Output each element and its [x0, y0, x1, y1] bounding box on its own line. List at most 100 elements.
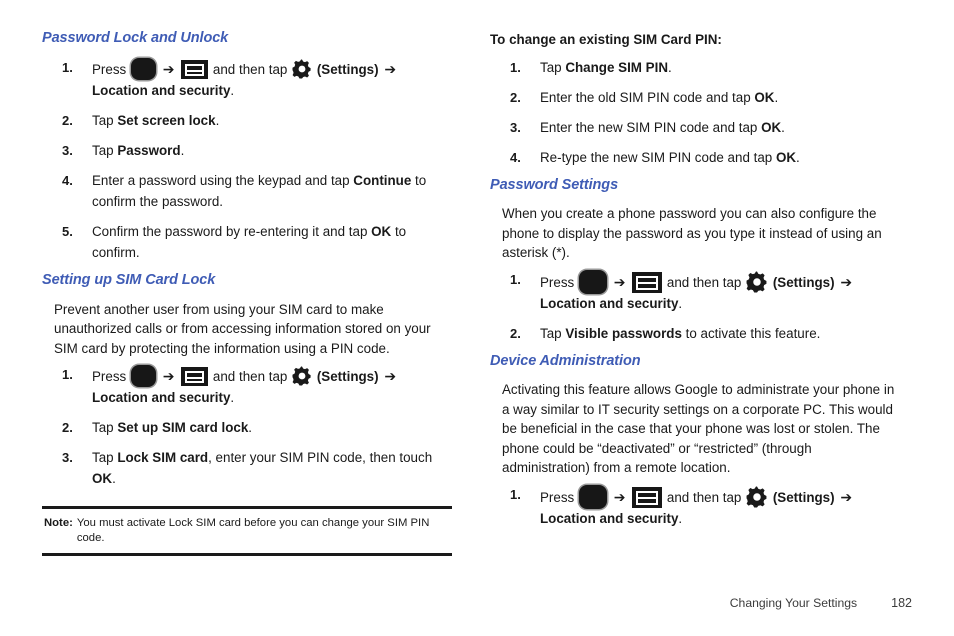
arrow-icon: ➔: [840, 273, 853, 290]
step-number: 3.: [62, 143, 73, 159]
list-item: 4. Re-type the new SIM PIN code and tap O…: [490, 147, 902, 168]
step-text-post: .: [774, 90, 779, 105]
step-number: 1.: [510, 60, 521, 75]
step-text-press: Press: [540, 489, 575, 505]
list-item: 2. Tap Set screen lock.: [42, 110, 454, 131]
steps-password-lock-and-unlock: 1. Press ➔ and then tap (Settings) ➔ Loc…: [42, 57, 454, 263]
note-line-2: code.: [76, 531, 105, 544]
heading-device-administration: Device Administration: [490, 352, 641, 369]
step-text-post: .: [248, 420, 253, 436]
heading-password-settings: Password Settings: [490, 177, 619, 193]
menu-key-icon: [632, 486, 663, 508]
step-text-and-then-tap: and then tap: [666, 489, 742, 505]
step-text-pre: Confirm the password by re-entering it a…: [92, 224, 372, 240]
list-item: 3. Enter the new SIM PIN code and tap OK.: [490, 117, 902, 138]
step-text-bold-2: OK: [92, 471, 113, 487]
step-text-press: Press: [540, 274, 575, 290]
note-body: Note: You must activate Lock SIM card be…: [42, 509, 452, 553]
note-text: You must activate Lock SIM card before y…: [77, 516, 450, 545]
manual-page: Password Lock and Unlock 1. Press ➔ and …: [0, 0, 954, 636]
menu-key-icon: [632, 271, 663, 293]
list-item: 2. Enter the old SIM PIN code and tap OK.: [490, 87, 902, 108]
arrow-icon: ➔: [613, 488, 626, 505]
settings-gear-icon: [746, 486, 768, 508]
step-number: 2.: [510, 325, 521, 341]
right-column: To change an existing SIM Card PIN: 1. Ta…: [490, 30, 902, 538]
step-text-pre: Tap: [92, 420, 118, 436]
step-text-bold: Set screen lock: [117, 113, 216, 129]
step-text-bold: Continue: [353, 173, 412, 189]
arrow-icon: ➔: [162, 368, 175, 385]
footer-page-number: 182: [891, 596, 912, 610]
step-number: 3.: [510, 120, 521, 135]
step-text-period: .: [678, 295, 683, 311]
step-text-target: Location and security: [540, 295, 679, 311]
arrow-icon: ➔: [162, 61, 175, 78]
list-item: 4. Enter a password using the keypad and …: [42, 170, 454, 212]
list-item: 1. Tap Change SIM PIN.: [490, 57, 902, 78]
step-text-bold: Change SIM PIN: [565, 60, 668, 75]
list-item: 1. Press ➔ and then tap (Settings) ➔ Loc…: [42, 57, 454, 101]
note-box: Note: You must activate Lock SIM card be…: [42, 506, 452, 556]
step-number: 5.: [62, 224, 73, 240]
arrow-icon: ➔: [613, 273, 626, 290]
step-number: 3.: [62, 450, 73, 466]
settings-gear-icon: [292, 366, 312, 386]
arrow-icon: ➔: [840, 488, 853, 505]
step-text-pre: Enter the old SIM PIN code and tap: [540, 90, 755, 105]
note-line-1: You must activate Lock SIM card before y…: [76, 517, 430, 529]
step-text-bold: OK: [754, 90, 775, 105]
step-text-post: .: [781, 120, 785, 135]
step-number: 1.: [62, 367, 73, 383]
step-text-and-then-tap: and then tap: [212, 369, 288, 385]
list-item: 3. Tap Password.: [42, 140, 454, 161]
step-text-and-then-tap: and then tap: [666, 274, 742, 290]
step-text-pre: Tap: [92, 450, 118, 466]
paragraph-device-administration: Activating this feature allows Google to…: [502, 382, 895, 476]
steps-setting-up-sim-card-lock: 1. Press ➔ and then tap (Settings) ➔ Loc…: [42, 364, 454, 489]
list-item: 2. Tap Set up SIM card lock.: [42, 417, 454, 438]
step-text-pre: Enter the new SIM PIN code and tap: [540, 120, 762, 135]
step-text-period: .: [230, 390, 235, 406]
step-number: 4.: [510, 150, 521, 165]
step-text-pre: Tap: [540, 60, 566, 75]
step-text-bold: OK: [761, 120, 782, 135]
step-text-bold: Lock SIM card: [117, 450, 209, 466]
step-text-settings: (Settings): [316, 62, 379, 78]
step-number: 2.: [62, 420, 73, 436]
step-text-pre: Tap: [92, 113, 118, 129]
list-item: 5. Confirm the password by re-entering it…: [42, 221, 454, 263]
settings-gear-icon: [746, 271, 768, 293]
paragraph-password-settings: When you create a phone password you can…: [502, 206, 882, 261]
left-column: Password Lock and Unlock 1. Press ➔ and …: [42, 30, 454, 498]
home-button-icon: [578, 269, 607, 294]
step-text-post: .: [180, 143, 185, 159]
step-text-period: .: [678, 510, 683, 526]
heading-password-lock-and-unlock: Password Lock and Unlock: [42, 30, 229, 46]
step-text-settings: (Settings): [772, 274, 835, 290]
home-button-icon: [578, 484, 607, 509]
list-item: 1. Press ➔ and then tap (Settings) ➔ Loc…: [490, 269, 902, 314]
step-text-and-then-tap: and then tap: [212, 62, 288, 78]
step-text-pre: Re-type the new SIM PIN code and tap: [540, 150, 776, 165]
step-text-target: Location and security: [92, 390, 231, 406]
menu-key-icon: [181, 367, 209, 387]
paragraph-sim-card-lock: Prevent another user from using your SIM…: [54, 301, 431, 356]
step-text-bold: OK: [371, 224, 392, 240]
step-text-post: .: [796, 150, 800, 165]
step-number: 2.: [62, 113, 73, 129]
step-text-post: .: [215, 113, 220, 129]
step-text-press: Press: [92, 62, 127, 78]
step-number: 1.: [510, 486, 521, 502]
step-text-bold: Visible passwords: [565, 325, 682, 341]
step-text-bold: Password: [117, 143, 181, 159]
step-number: 1.: [510, 271, 521, 287]
list-item: 2. Tap Visible passwords to activate this…: [490, 323, 902, 344]
step-text-pre: Tap: [540, 325, 566, 341]
step-text-bold: Set up SIM card lock: [117, 420, 249, 436]
home-button-icon: [130, 58, 156, 81]
step-text-settings: (Settings): [772, 489, 835, 505]
step-text-post: .: [668, 60, 672, 75]
step-text-settings: (Settings): [316, 369, 379, 385]
step-text-post: to activate this feature.: [681, 325, 821, 341]
